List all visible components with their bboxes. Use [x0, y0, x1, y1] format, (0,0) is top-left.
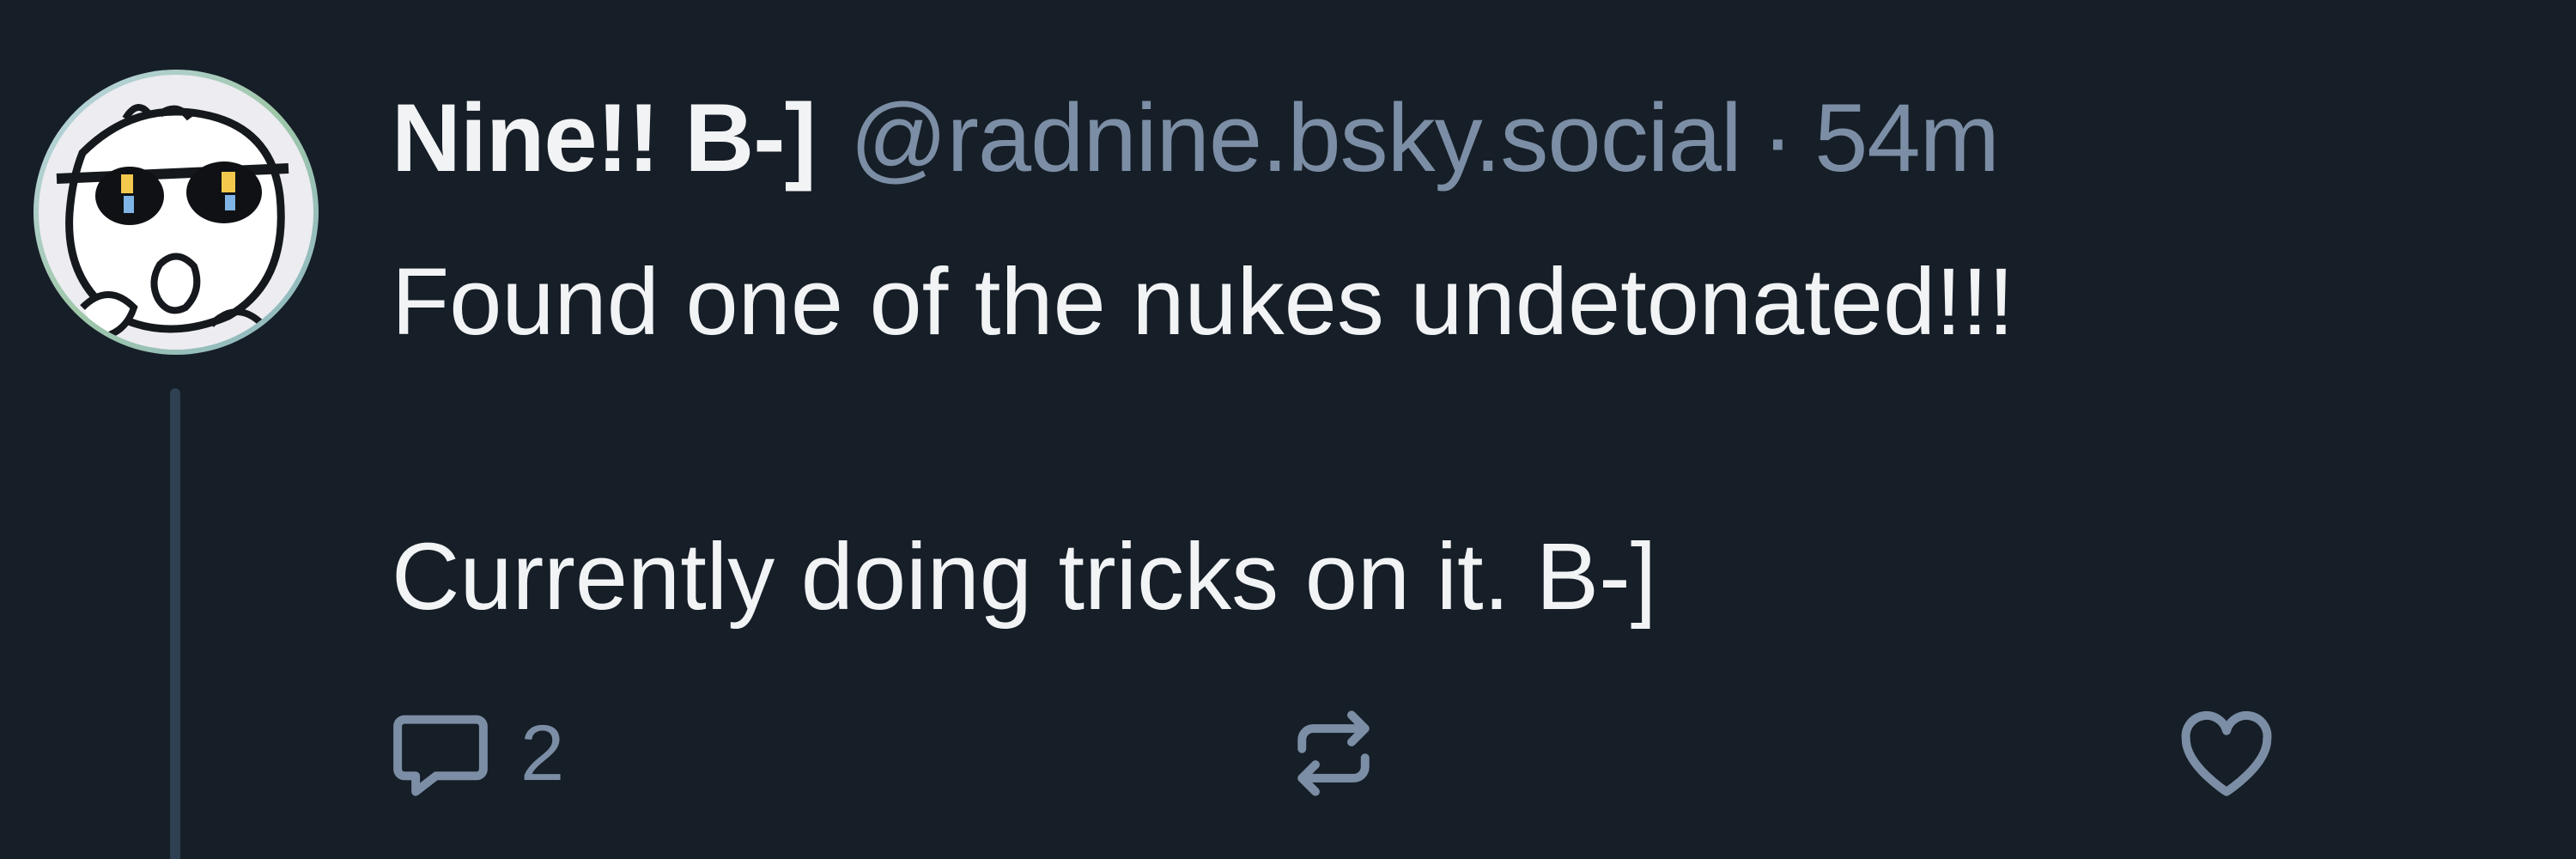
post-header: Nine!! B-] @radnine.bsky.social · 54m — [392, 82, 2000, 194]
repost-arrows-icon — [1297, 710, 1370, 796]
separator-dot: · — [1761, 84, 1795, 192]
author-handle[interactable]: @radnine.bsky.social — [850, 82, 1742, 194]
reply-count: 2 — [520, 709, 565, 797]
repost-button[interactable] — [1279, 698, 1388, 809]
cartoon-face-sunglasses-avatar-icon — [33, 70, 319, 355]
reply-button[interactable]: 2 — [386, 698, 564, 809]
speech-bubble-icon — [393, 715, 488, 796]
heart-icon — [2181, 710, 2272, 796]
author-display-name[interactable]: Nine!! B-] — [392, 82, 817, 194]
thread-line — [170, 388, 180, 859]
like-button[interactable] — [2172, 698, 2281, 809]
avatar[interactable] — [31, 67, 321, 357]
post-card[interactable]: Nine!! B-] @radnine.bsky.social · 54m Fo… — [0, 0, 2576, 859]
post-actions: 2 — [386, 698, 2361, 809]
post-timestamp[interactable]: 54m — [1814, 82, 2000, 194]
post-text: Found one of the nukes undetonated!!! Cu… — [392, 249, 2014, 630]
